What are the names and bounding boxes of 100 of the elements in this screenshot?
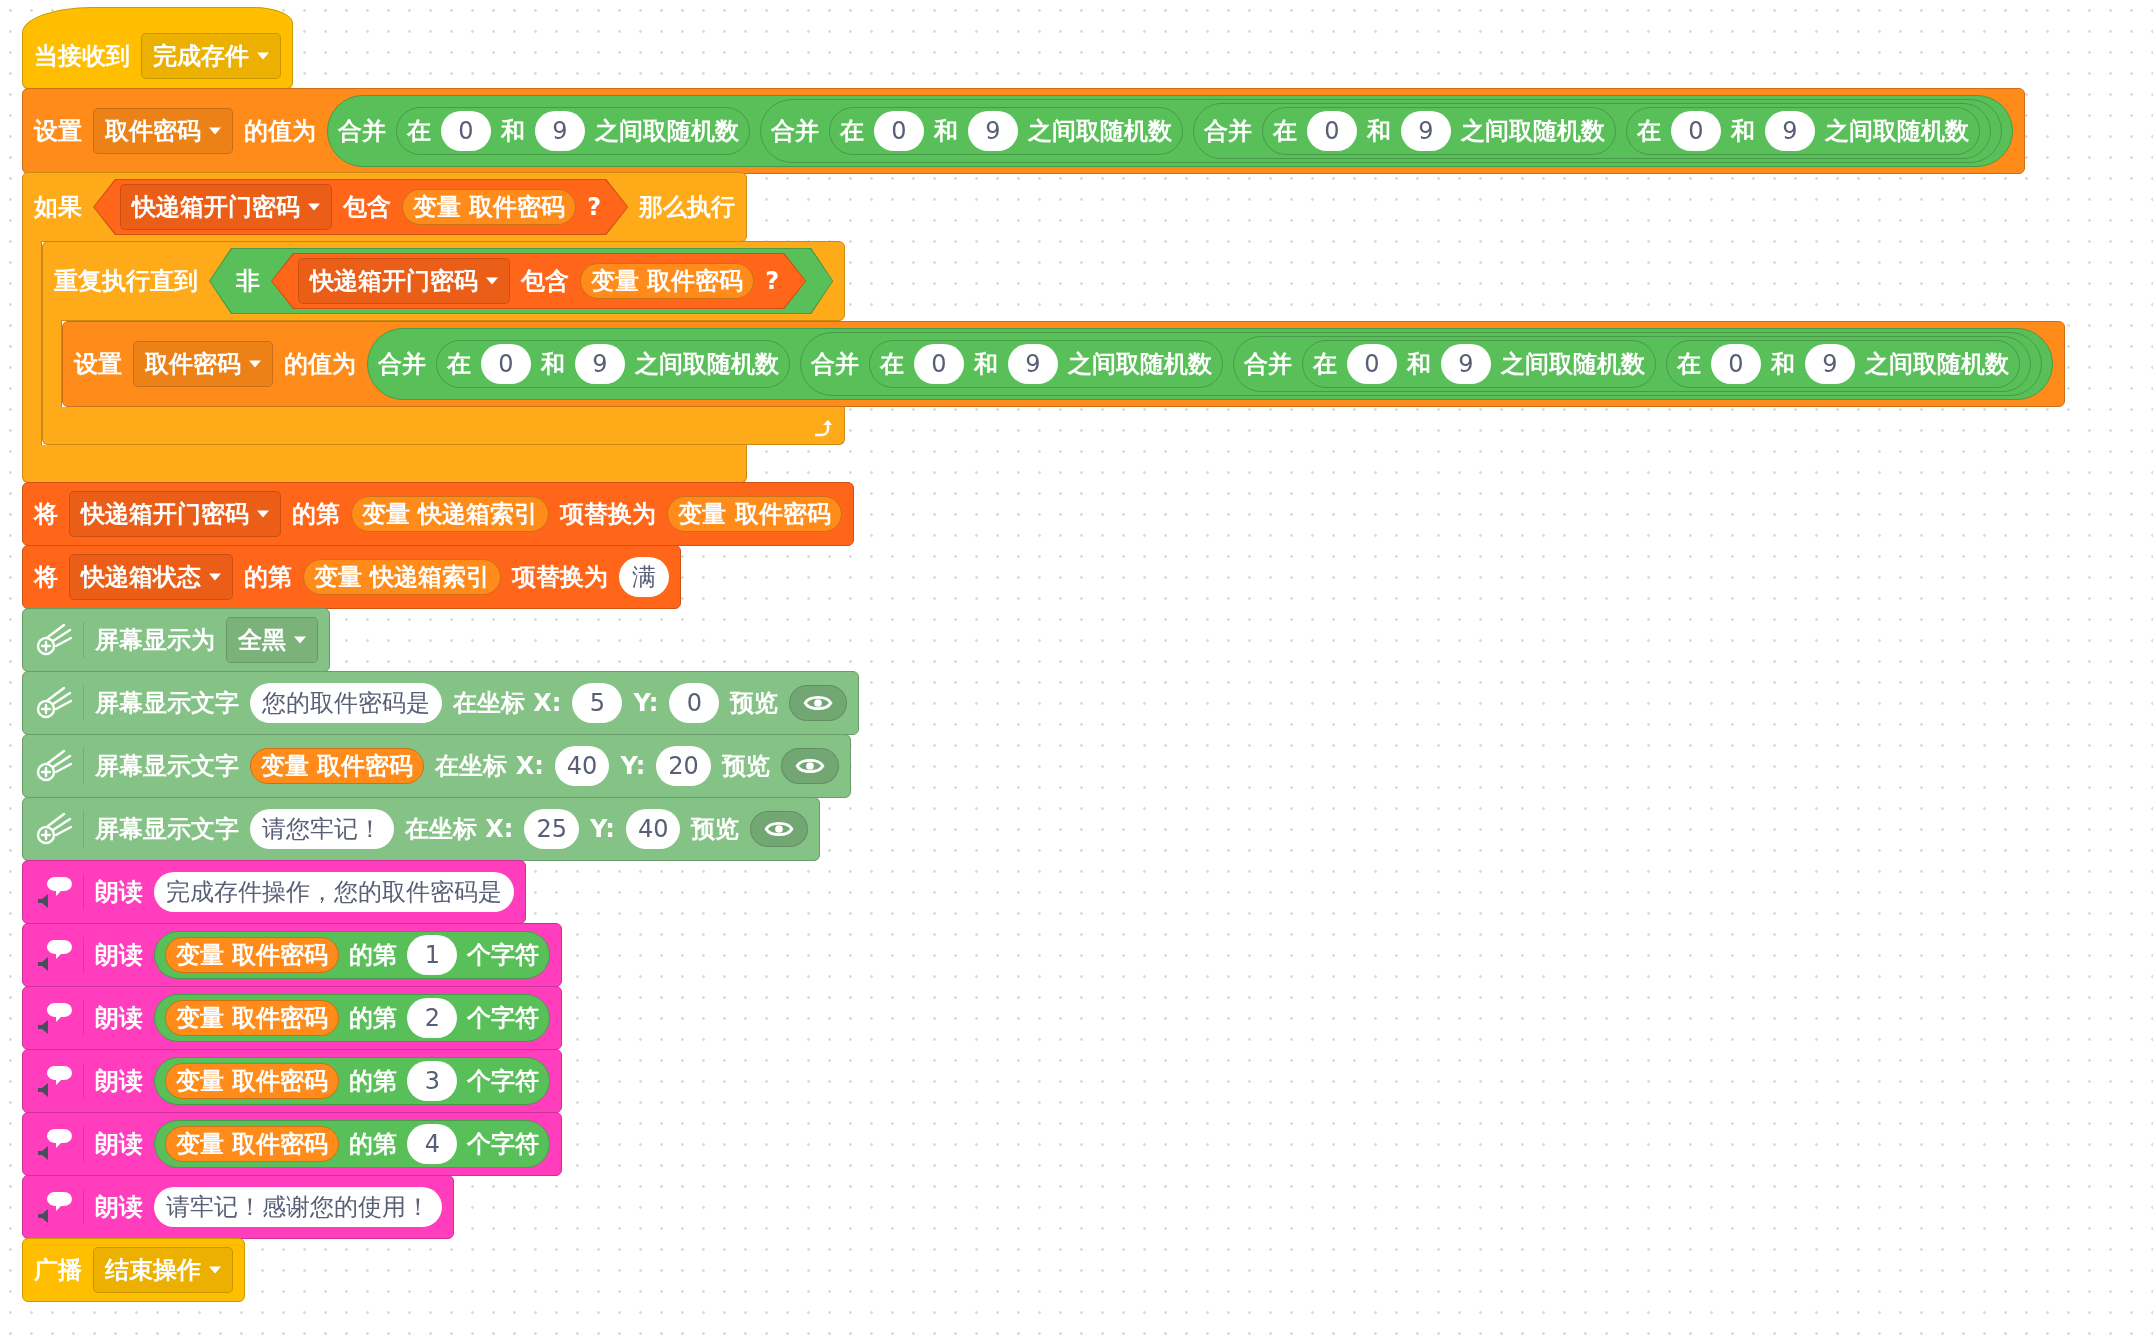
input-field[interactable]: 0 xyxy=(914,344,964,384)
block-label: 和 xyxy=(541,349,565,379)
code-block[interactable]: 朗读 变量 取件密码 的第 4 个字符 xyxy=(22,1112,563,1176)
block-label: 将 xyxy=(34,499,58,529)
input-field[interactable]: 2 xyxy=(407,998,458,1038)
reporter-block[interactable]: 合并 在 0 和 9 之间取随机数 合并 在 0 和 9 之间取随机数 在 0 和 9 之间取随机数 xyxy=(800,332,2042,396)
block-label: Y: xyxy=(633,688,659,718)
input-field[interactable]: 您的取件密码是 xyxy=(250,683,442,723)
code-block[interactable]: 朗读 变量 取件密码 的第 3 个字符 xyxy=(22,1049,563,1113)
block-label: 在 xyxy=(447,349,471,379)
comet-icon xyxy=(34,811,84,847)
code-block[interactable]: 朗读 完成存件操作，您的取件密码是 xyxy=(22,860,526,924)
code-block[interactable]: 朗读 变量 取件密码 的第 2 个字符 xyxy=(22,986,563,1050)
code-block[interactable]: 将 快递箱状态 的第 变量 快递箱索引 项替换为 满 xyxy=(22,545,682,609)
reporter-block[interactable]: 合并 在 0 和 9 之间取随机数 合并 在 0 和 9 之间取随机数 合并 在 0 和 9 之间取随机数 在 0 和 9 之间取随机数 xyxy=(367,328,2053,400)
dropdown[interactable]: 快递箱开门密码 xyxy=(69,491,281,537)
input-field[interactable]: 25 xyxy=(524,809,579,849)
input-field[interactable]: 0 xyxy=(874,111,924,151)
block-label: 在 xyxy=(407,116,431,146)
input-field[interactable]: 9 xyxy=(535,111,585,151)
input-field[interactable]: 40 xyxy=(625,809,681,849)
reporter-block[interactable]: 变量 取件密码 的第 1 个字符 xyxy=(154,931,551,979)
block-label: 当接收到 xyxy=(34,41,130,71)
dropdown[interactable]: 快递箱开门密码 xyxy=(120,184,332,230)
caret-icon xyxy=(308,203,320,211)
boolean-block[interactable]: 快递箱开门密码 包含 变量 取件密码 ? xyxy=(93,179,629,235)
input-field[interactable]: 0 xyxy=(441,111,491,151)
dropdown[interactable]: 快递箱开门密码 xyxy=(298,258,510,304)
reporter-block[interactable]: 在 0 和 9 之间取随机数 xyxy=(1666,340,2020,388)
reporter-block[interactable]: 合并 在 0 和 9 之间取随机数 合并 在 0 和 9 之间取随机数 在 0 和 9 之间取随机数 xyxy=(760,99,2002,163)
reporter-block[interactable]: 合并 在 0 和 9 之间取随机数 在 0 和 9 之间取随机数 xyxy=(1233,336,2031,392)
input-field[interactable]: 请牢记！感谢您的使用！ xyxy=(154,1187,442,1227)
input-field[interactable]: 4 xyxy=(407,1124,458,1164)
input-field[interactable]: 0 xyxy=(1711,344,1761,384)
block-label: 个字符 xyxy=(467,1066,540,1096)
input-field[interactable]: 9 xyxy=(1441,344,1491,384)
input-field[interactable]: 9 xyxy=(968,111,1018,151)
reporter-block[interactable]: 在 0 和 9 之间取随机数 xyxy=(1302,340,1656,388)
input-field[interactable]: 9 xyxy=(1401,111,1451,151)
block-label: 屏幕显示文字 xyxy=(95,688,239,718)
code-block[interactable]: 屏幕显示文字 您的取件密码是 在坐标 X: 5 Y: 0 预览 xyxy=(22,671,860,735)
code-block[interactable]: 设置 取件密码 的值为 合并 在 0 和 9 之间取随机数 合并 在 0 和 9 之间取随机数 合并 在 0 和 9 之间取随机数 在 0 和 9 之间取随机数 xyxy=(62,321,2065,407)
input-field[interactable]: 0 xyxy=(669,683,720,723)
input-field[interactable]: 9 xyxy=(1765,111,1815,151)
boolean-block[interactable]: 非 快递箱开门密码 包含 变量 取件密码 ? xyxy=(209,248,834,314)
preview-toggle[interactable] xyxy=(789,685,848,721)
code-block[interactable]: 设置 取件密码 的值为 合并 在 0 和 9 之间取随机数 合并 在 0 和 9 之间取随机数 合并 在 0 和 9 之间取随机数 在 0 和 9 之间取随机数 xyxy=(22,88,2025,174)
input-field[interactable]: 1 xyxy=(407,935,458,975)
block-label: 在坐标 X: xyxy=(435,751,544,781)
preview-toggle[interactable] xyxy=(750,811,809,847)
reporter-block[interactable]: 在 0 和 9 之间取随机数 xyxy=(396,107,750,155)
block-label: 重复执行直到 xyxy=(54,266,198,296)
reporter-block[interactable]: 在 0 和 9 之间取随机数 xyxy=(829,107,1183,155)
input-field[interactable]: 9 xyxy=(575,344,625,384)
input-field[interactable]: 0 xyxy=(1347,344,1397,384)
block-label: 个字符 xyxy=(467,940,540,970)
if-block[interactable]: 如果 快递箱开门密码 包含 变量 取件密码 ? 那么执行 xyxy=(22,172,748,242)
input-field[interactable]: 满 xyxy=(619,557,670,597)
block-label: 和 xyxy=(501,116,525,146)
reporter-block[interactable]: 在 0 和 9 之间取随机数 xyxy=(1262,107,1616,155)
block-label: 在坐标 X: xyxy=(405,814,514,844)
reporter-block[interactable]: 合并 在 0 和 9 之间取随机数 在 0 和 9 之间取随机数 xyxy=(1193,103,1991,159)
input-field[interactable]: 5 xyxy=(572,683,623,723)
dropdown[interactable]: 快递箱状态 xyxy=(69,554,233,600)
block-label: 和 xyxy=(974,349,998,379)
reporter-block[interactable]: 在 0 和 9 之间取随机数 xyxy=(1626,107,1980,155)
reporter-block[interactable]: 变量 取件密码 的第 3 个字符 xyxy=(154,1057,551,1105)
preview-toggle[interactable] xyxy=(780,748,839,784)
block-label: 在 xyxy=(1637,116,1661,146)
input-field[interactable]: 完成存件操作，您的取件密码是 xyxy=(154,872,514,912)
block-label: Y: xyxy=(590,814,615,844)
code-block[interactable]: 朗读 请牢记！感谢您的使用！ xyxy=(22,1175,454,1239)
repeat-block[interactable]: 重复执行直到 非 快递箱开门密码 包含 变量 取件密码 ? xyxy=(42,241,846,321)
reporter-block[interactable]: 在 0 和 9 之间取随机数 xyxy=(436,340,790,388)
input-field[interactable]: 0 xyxy=(481,344,531,384)
input-field[interactable]: 3 xyxy=(407,1061,458,1101)
reporter-block[interactable]: 在 0 和 9 之间取随机数 xyxy=(869,340,1223,388)
boolean-block[interactable]: 快递箱开门密码 包含 变量 取件密码 ? xyxy=(271,253,807,309)
code-block[interactable]: 朗读 变量 取件密码 的第 1 个字符 xyxy=(22,923,563,987)
code-block[interactable]: 屏幕显示文字 请您牢记！ 在坐标 X: 25 Y: 40 预览 xyxy=(22,797,821,861)
code-block[interactable]: 屏幕显示文字 变量 取件密码 在坐标 X: 40 Y: 20 预览 xyxy=(22,734,851,798)
reporter-block[interactable]: 变量 取件密码 的第 2 个字符 xyxy=(154,994,551,1042)
input-field[interactable]: 0 xyxy=(1307,111,1357,151)
reporter-block[interactable]: 合并 在 0 和 9 之间取随机数 合并 在 0 和 9 之间取随机数 合并 在 0 和 9 之间取随机数 在 0 和 9 之间取随机数 xyxy=(327,95,2013,167)
input-field[interactable]: 0 xyxy=(1671,111,1721,151)
block-label: 包含 xyxy=(343,192,391,222)
block-label: 的值为 xyxy=(284,349,356,379)
block-label: 和 xyxy=(934,116,958,146)
input-field[interactable]: 请您牢记！ xyxy=(250,809,394,849)
block-label: 预览 xyxy=(691,814,740,844)
input-field[interactable]: 20 xyxy=(656,746,711,786)
block-label: 项替换为 xyxy=(560,499,657,529)
code-block[interactable]: 将 快递箱开门密码 的第 变量 快递箱索引 项替换为 变量 取件密码 xyxy=(22,482,854,546)
input-field[interactable]: 40 xyxy=(554,746,610,786)
input-field[interactable]: 9 xyxy=(1008,344,1058,384)
block-label: 合并 xyxy=(811,349,859,379)
block-label: 广播 xyxy=(34,1255,82,1285)
input-field[interactable]: 9 xyxy=(1805,344,1855,384)
reporter-block[interactable]: 变量 取件密码 的第 4 个字符 xyxy=(154,1120,551,1168)
loop-arrow-icon xyxy=(812,418,833,438)
